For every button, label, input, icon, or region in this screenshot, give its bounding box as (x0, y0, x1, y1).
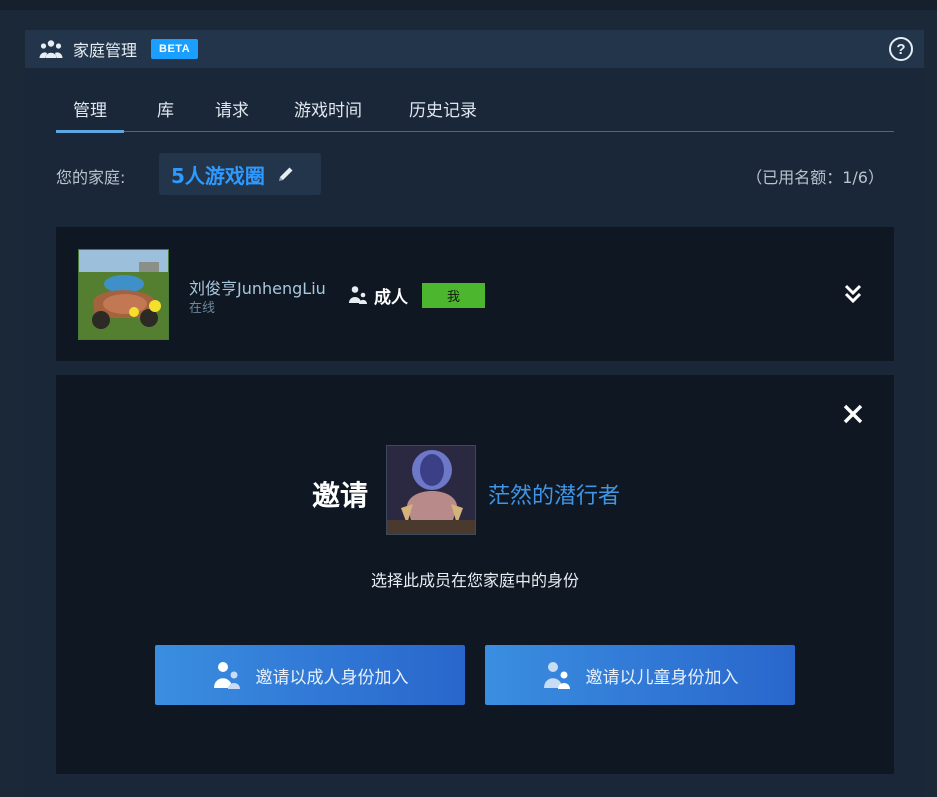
panel-header: 家庭管理 BETA ? (25, 30, 924, 68)
member-status: 在线 (189, 301, 216, 316)
member-quota: （已用名额：1/6） (746, 168, 884, 187)
invite-title: 邀请 (312, 479, 369, 512)
adult-person-icon (212, 660, 242, 690)
tab-bar: 管理 库 请求 游戏时间 历史记录 (56, 92, 894, 133)
invite-as-adult-button[interactable]: 邀请以成人身份加入 (155, 645, 465, 705)
tab-history[interactable]: 历史记录 (404, 92, 482, 132)
tab-requests[interactable]: 请求 (212, 92, 252, 132)
help-icon[interactable]: ? (889, 37, 913, 61)
beta-badge: BETA (151, 39, 199, 59)
top-strip (0, 0, 937, 10)
invitee-avatar (386, 445, 476, 535)
invite-card: 邀请 茫然的潜行者 选择此成员在您家庭中的身份 邀请以成人身份加入 邀请以儿童身… (56, 375, 894, 774)
invite-subtitle: 选择此成员在您家庭中的身份 (370, 571, 579, 590)
family-name-box[interactable]: 5人游戏圈 (159, 153, 321, 195)
invite-as-adult-label: 邀请以成人身份加入 (255, 667, 409, 688)
member-name[interactable]: 刘俊亨JunhengLiu (189, 275, 326, 299)
family-management-panel: 家庭管理 BETA ? 管理 库 请求 游戏时间 历史记录 您的家庭: 5人游戏… (25, 30, 924, 797)
close-icon[interactable] (842, 403, 864, 425)
invite-as-child-label: 邀请以儿童身份加入 (585, 667, 739, 688)
family-row: 您的家庭: 5人游戏圈 （已用名额：1/6） (56, 153, 894, 195)
tab-library[interactable]: 库 (147, 92, 184, 132)
child-person-icon (542, 660, 572, 690)
adult-role-icon (348, 285, 368, 305)
member-card: 刘俊亨JunhengLiu 在线 成人 我 (56, 227, 894, 361)
me-badge: 我 (422, 283, 485, 308)
member-avatar (78, 249, 169, 340)
panel-title: 家庭管理 (73, 41, 138, 60)
invite-as-child-button[interactable]: 邀请以儿童身份加入 (485, 645, 795, 705)
family-group-icon (39, 38, 65, 60)
tab-manage[interactable]: 管理 (56, 92, 124, 133)
invitee-name[interactable]: 茫然的潜行者 (488, 478, 620, 510)
family-label: 您的家庭: (56, 168, 126, 187)
double-chevron-down-icon[interactable] (842, 283, 864, 305)
tab-playtime[interactable]: 游戏时间 (289, 92, 367, 132)
edit-pencil-icon[interactable] (277, 165, 295, 183)
family-name: 5人游戏圈 (171, 163, 265, 188)
member-role: 成人 (374, 288, 408, 308)
